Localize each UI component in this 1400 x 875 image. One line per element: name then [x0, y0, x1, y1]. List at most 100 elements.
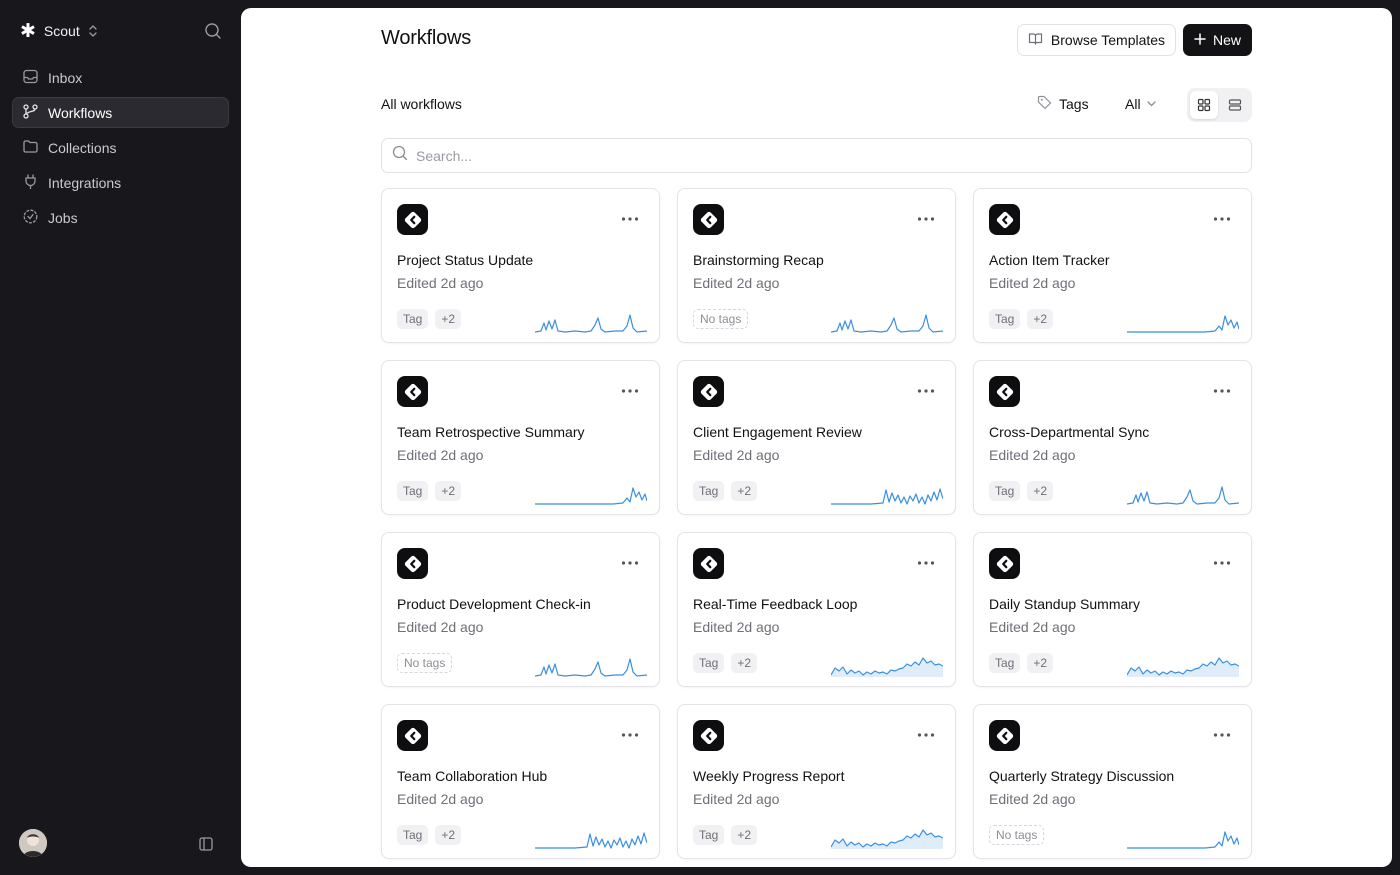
sidebar-item-label: Workflows: [48, 104, 113, 121]
activity-sparkline: [1127, 831, 1239, 849]
tag-chip[interactable]: +2: [435, 825, 462, 845]
tag-chip[interactable]: +2: [435, 309, 462, 329]
book-open-icon: [1028, 31, 1043, 49]
tag-chip[interactable]: Tag: [397, 825, 429, 845]
workflow-app-icon: [989, 376, 1020, 407]
workflow-title: Cross-Departmental Sync: [989, 424, 1150, 440]
more-options-icon[interactable]: [917, 728, 935, 742]
workflow-card[interactable]: Quarterly Strategy Discussion Edited 2d …: [973, 704, 1252, 859]
workflow-edited-time: Edited 2d ago: [693, 447, 780, 463]
tag-chip[interactable]: +2: [435, 481, 462, 501]
tag-list: Tag +2: [989, 309, 1054, 329]
no-tags-chip: No tags: [989, 825, 1045, 845]
sidebar-toggle-icon[interactable]: [198, 836, 214, 852]
more-options-icon[interactable]: [621, 212, 639, 226]
search-icon: [392, 145, 408, 166]
tag-chip[interactable]: Tag: [989, 481, 1021, 501]
tag-chip[interactable]: +2: [1027, 481, 1054, 501]
tag-list: Tag +2: [397, 309, 462, 329]
grid-view-icon[interactable]: [1190, 91, 1218, 119]
tag-chip[interactable]: Tag: [693, 825, 725, 845]
search-icon[interactable]: [204, 22, 222, 40]
tag-list: Tag +2: [693, 825, 758, 845]
sidebar-item-integrations[interactable]: Integrations: [12, 167, 229, 198]
workflow-edited-time: Edited 2d ago: [989, 791, 1076, 807]
tag-chip[interactable]: Tag: [397, 309, 429, 329]
tag-list: No tags: [989, 825, 1045, 845]
tag-chip[interactable]: +2: [731, 481, 758, 501]
folder-icon: [22, 138, 39, 158]
user-avatar[interactable]: [19, 829, 47, 857]
workspace-switcher[interactable]: ✱ Scout: [20, 20, 98, 42]
jobs-icon: [22, 208, 39, 228]
no-tags-chip: No tags: [397, 653, 453, 673]
workflow-edited-time: Edited 2d ago: [397, 619, 484, 635]
tag-chip[interactable]: Tag: [989, 309, 1021, 329]
workflow-edited-time: Edited 2d ago: [397, 791, 484, 807]
new-workflow-button[interactable]: New: [1183, 24, 1252, 56]
more-options-icon[interactable]: [621, 384, 639, 398]
sidebar-item-workflows[interactable]: Workflows: [12, 97, 229, 128]
sidebar-item-jobs[interactable]: Jobs: [12, 202, 229, 233]
workflow-card[interactable]: Daily Standup Summary Edited 2d ago Tag +…: [973, 532, 1252, 687]
workflow-card[interactable]: Real-Time Feedback Loop Edited 2d ago Ta…: [677, 532, 956, 687]
workflow-card[interactable]: Client Engagement Review Edited 2d ago T…: [677, 360, 956, 515]
workflow-title: Real-Time Feedback Loop: [693, 596, 858, 612]
workflow-edited-time: Edited 2d ago: [693, 619, 780, 635]
more-options-icon[interactable]: [1213, 384, 1231, 398]
inbox-icon: [22, 68, 39, 88]
asterisk-logo-icon: ✱: [20, 20, 36, 42]
sidebar-item-label: Integrations: [48, 174, 122, 191]
tag-chip[interactable]: Tag: [397, 481, 429, 501]
view-toggle: [1187, 88, 1252, 122]
workflow-title: Client Engagement Review: [693, 424, 862, 440]
more-options-icon[interactable]: [621, 728, 639, 742]
tag-list: Tag +2: [989, 481, 1054, 501]
tag-chip[interactable]: +2: [731, 825, 758, 845]
workflow-card[interactable]: Project Status Update Edited 2d ago Tag +…: [381, 188, 660, 343]
tag-chip[interactable]: Tag: [693, 653, 725, 673]
more-options-icon[interactable]: [1213, 728, 1231, 742]
no-tags-chip: No tags: [693, 309, 749, 329]
tag-list: Tag +2: [397, 825, 462, 845]
sidebar-item-collections[interactable]: Collections: [12, 132, 229, 163]
workflow-card[interactable]: Action Item Tracker Edited 2d ago Tag +2: [973, 188, 1252, 343]
more-options-icon[interactable]: [917, 212, 935, 226]
workflow-card[interactable]: Brainstorming Recap Edited 2d ago No tag…: [677, 188, 956, 343]
workflow-app-icon: [397, 376, 428, 407]
workflow-edited-time: Edited 2d ago: [693, 791, 780, 807]
workflow-title: Quarterly Strategy Discussion: [989, 768, 1175, 784]
activity-sparkline: [535, 832, 647, 849]
more-options-icon[interactable]: [621, 556, 639, 570]
workflow-title: Weekly Progress Report: [693, 768, 845, 784]
workflow-grid: Project Status Update Edited 2d ago Tag +…: [381, 188, 1252, 859]
workflow-card[interactable]: Product Development Check-in Edited 2d a…: [381, 532, 660, 687]
activity-sparkline: [535, 487, 647, 505]
tag-chip[interactable]: +2: [1027, 309, 1054, 329]
more-options-icon[interactable]: [917, 556, 935, 570]
tags-filter-button[interactable]: Tags: [1037, 94, 1089, 114]
list-view-icon[interactable]: [1221, 91, 1249, 119]
all-filter-dropdown[interactable]: All: [1125, 94, 1157, 114]
new-label: New: [1212, 32, 1241, 48]
workflow-card[interactable]: Cross-Departmental Sync Edited 2d ago Ta…: [973, 360, 1252, 515]
tag-chip[interactable]: +2: [731, 653, 758, 673]
tag-chip[interactable]: Tag: [989, 653, 1021, 673]
tag-list: No tags: [693, 309, 749, 329]
workflow-edited-time: Edited 2d ago: [989, 275, 1076, 291]
workflow-app-icon: [693, 204, 724, 235]
more-options-icon[interactable]: [1213, 212, 1231, 226]
page-title: Workflows: [381, 27, 472, 49]
sidebar-item-inbox[interactable]: Inbox: [12, 62, 229, 93]
search-bar: [381, 138, 1252, 173]
workflow-title: Team Retrospective Summary: [397, 424, 585, 440]
workflow-card[interactable]: Team Retrospective Summary Edited 2d ago…: [381, 360, 660, 515]
workflow-card[interactable]: Weekly Progress Report Edited 2d ago Tag…: [677, 704, 956, 859]
more-options-icon[interactable]: [1213, 556, 1231, 570]
more-options-icon[interactable]: [917, 384, 935, 398]
browse-templates-button[interactable]: Browse Templates: [1017, 24, 1176, 56]
tag-chip[interactable]: +2: [1027, 653, 1054, 673]
workflow-card[interactable]: Team Collaboration Hub Edited 2d ago Tag…: [381, 704, 660, 859]
search-input[interactable]: [416, 147, 1251, 164]
tag-chip[interactable]: Tag: [693, 481, 725, 501]
